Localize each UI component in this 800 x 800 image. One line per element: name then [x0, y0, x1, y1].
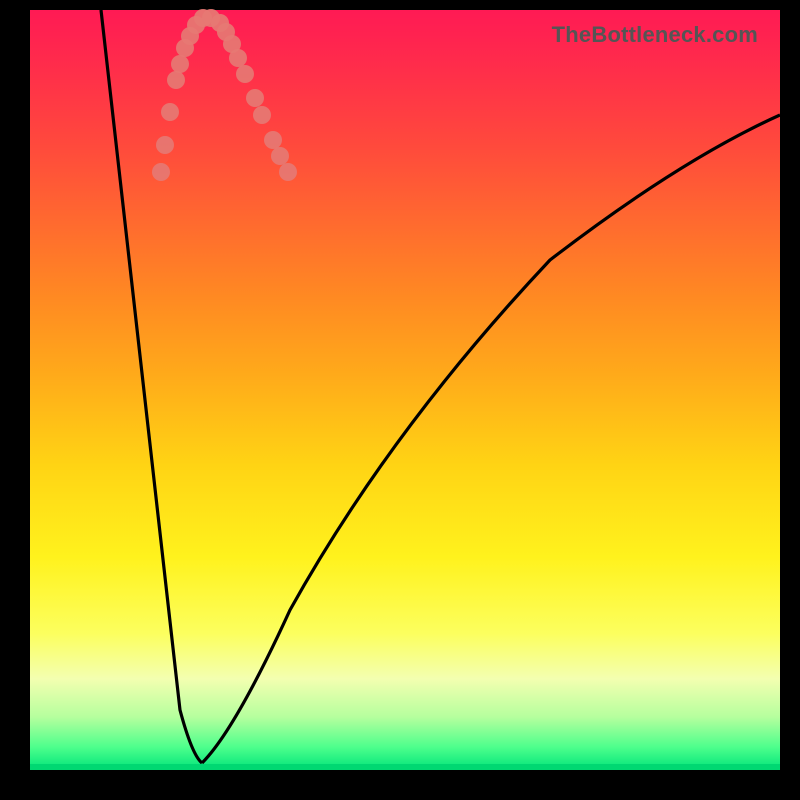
- right-curve: [202, 115, 780, 763]
- left-curve: [101, 10, 202, 763]
- curve-layer: [30, 10, 780, 770]
- plot-area: TheBottleneck.com: [30, 10, 780, 770]
- chart-frame: TheBottleneck.com: [0, 0, 800, 800]
- baseline: [30, 764, 780, 770]
